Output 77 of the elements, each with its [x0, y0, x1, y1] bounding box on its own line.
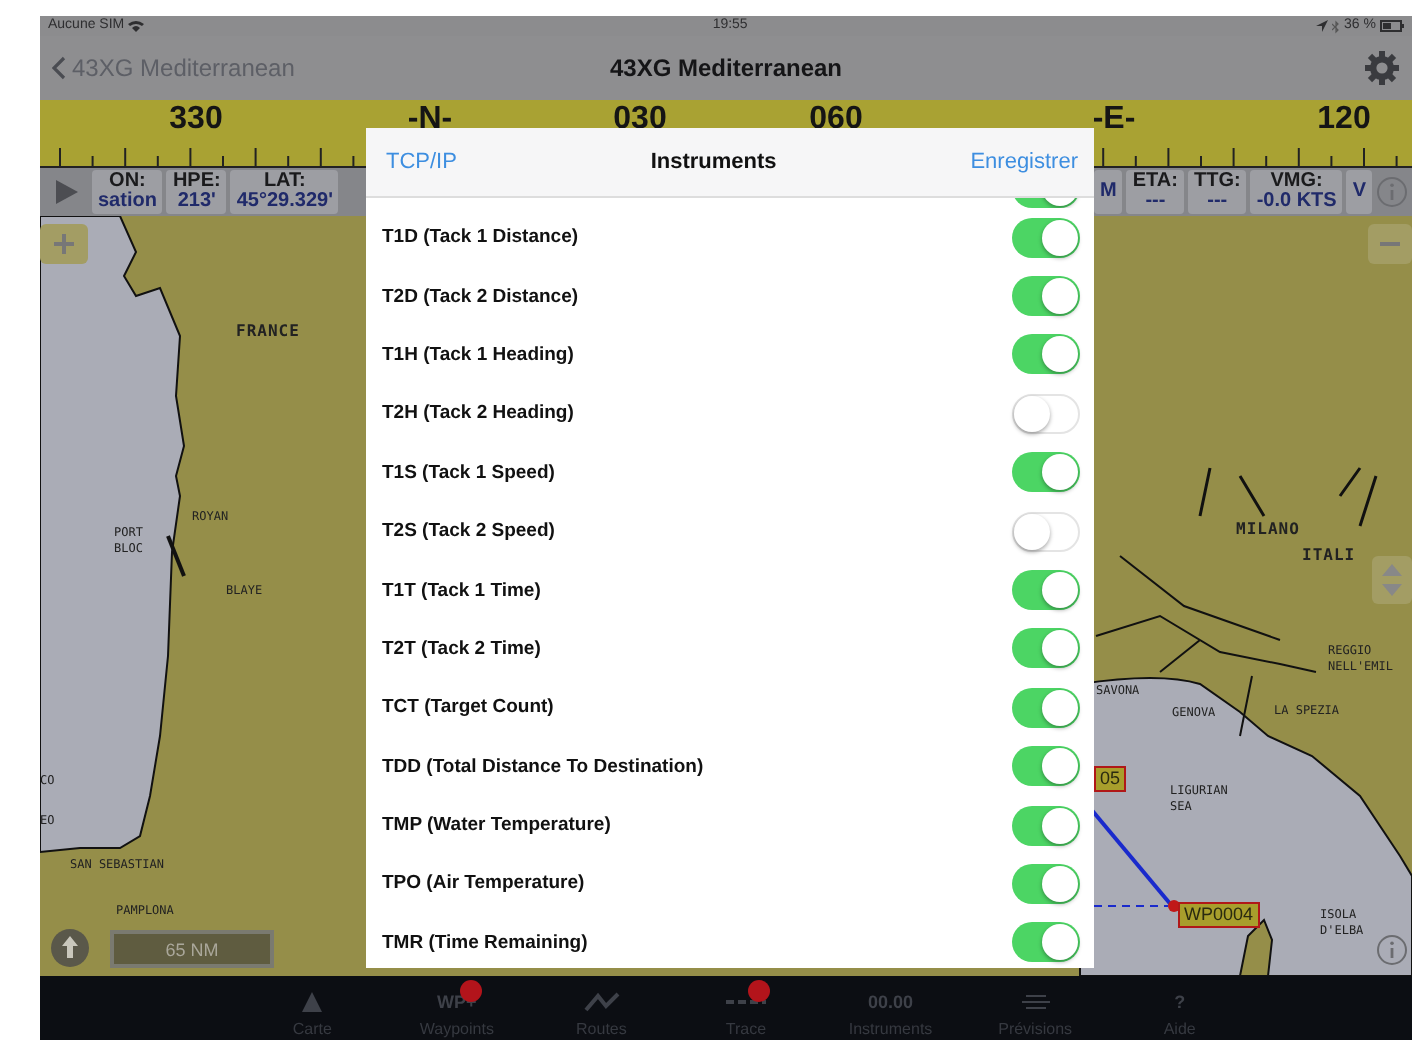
- instrument-option-label: TDD (Total Distance To Destination): [382, 755, 704, 778]
- toggle-switch[interactable]: [1012, 511, 1080, 552]
- waypoint-label[interactable]: 05: [1094, 766, 1127, 792]
- map-place-label: MILANO: [1236, 522, 1300, 538]
- wifi-icon: [128, 20, 145, 32]
- compass-heading-label: 060: [809, 102, 863, 138]
- info-icon[interactable]: [1376, 934, 1408, 966]
- toggle-switch[interactable]: [1012, 276, 1080, 317]
- instrument-value: ---: [1145, 192, 1166, 212]
- instrument-option-label: T2D (Tack 2 Distance): [382, 285, 579, 308]
- toggle-switch[interactable]: [1012, 628, 1080, 669]
- instrument-option-label: T1T (Tack 1 Time): [382, 579, 541, 602]
- bluetooth-icon: [1332, 19, 1341, 33]
- nav-title: 43XG Mediterranean: [609, 54, 843, 82]
- dashed-line-icon: [726, 998, 766, 1006]
- compass-heading-label: 030: [613, 102, 667, 138]
- zigzag-icon: [583, 992, 620, 1012]
- toggle-switch[interactable]: [1012, 217, 1080, 258]
- toggle-switch[interactable]: [1012, 805, 1080, 846]
- instrument-value: 213': [177, 192, 216, 212]
- compass-heading-label: -N-: [407, 102, 453, 138]
- zoom-in-button[interactable]: [40, 224, 88, 264]
- compass-heading-label: 120: [1317, 102, 1371, 138]
- instrument-option-label: TMR (Time Remaining): [382, 931, 588, 954]
- instrument-option-label: T1D (Tack 1 Distance): [382, 226, 579, 249]
- instrument-value: sation: [98, 192, 157, 212]
- forecast-icon: [1019, 994, 1052, 1010]
- instrument-label: VMG:: [1270, 172, 1323, 192]
- compass-heading-label: -E-: [1092, 102, 1136, 138]
- instrument-value: ---: [1207, 192, 1228, 212]
- instrument-label: TTG:: [1193, 172, 1241, 192]
- minus-icon: [1380, 240, 1400, 248]
- estuary-line: [166, 535, 186, 577]
- triangle-icon: [302, 992, 323, 1012]
- play-icon[interactable]: [52, 178, 80, 206]
- instrument-option-label: T2S (Tack 2 Speed): [382, 520, 555, 543]
- up-down-arrows-icon: [1382, 564, 1402, 596]
- tab-icon-text: ?: [1174, 992, 1186, 1012]
- toggle-switch[interactable]: [1012, 570, 1080, 611]
- instrument-option-label: T2H (Tack 2 Heading): [382, 402, 574, 425]
- instrument-value: M: [1100, 182, 1117, 202]
- settings-icon[interactable]: [1364, 50, 1400, 86]
- instrument-value: 45°29.329': [236, 192, 333, 212]
- scale-bar: 65 NM: [110, 930, 274, 968]
- toggle-switch[interactable]: [1012, 452, 1080, 493]
- map-place-label: ITALI: [1302, 548, 1356, 564]
- save-button[interactable]: Enregistrer: [970, 150, 1078, 174]
- instrument-value: V: [1352, 182, 1366, 202]
- instrument-label: ON:: [109, 172, 146, 192]
- dialog-title: Instruments: [650, 150, 777, 174]
- instrument-option-label: T1S (Tack 1 Speed): [382, 461, 555, 484]
- north-up-button[interactable]: [50, 928, 90, 968]
- instrument-option-label: T1H (Tack 1 Heading): [382, 343, 574, 366]
- toggle-switch[interactable]: [1012, 863, 1080, 904]
- plus-icon: [54, 234, 74, 254]
- instrument-label: LAT:: [263, 172, 306, 192]
- instrument-label: HPE:: [172, 172, 221, 192]
- tcp-ip-button[interactable]: TCP/IP: [386, 150, 457, 174]
- instrument-option-label: TCT (Target Count): [382, 696, 554, 719]
- instrument-option-label: TMP (Water Temperature): [382, 814, 611, 837]
- info-icon[interactable]: [1376, 176, 1408, 208]
- toggle-switch[interactable]: [1012, 393, 1080, 434]
- instrument-option-label: TPO (Air Temperature): [382, 872, 585, 895]
- toggle-switch[interactable]: [1012, 746, 1080, 787]
- waypoint-label[interactable]: WP0004: [1178, 902, 1260, 928]
- instrument-label: ETA:: [1132, 172, 1178, 192]
- map-place-label: FRANCE: [236, 324, 300, 340]
- instrument-option-label: T2T (Tack 2 Time): [382, 637, 541, 660]
- battery-icon: [1379, 20, 1404, 32]
- location-arrow-icon: [1316, 20, 1329, 32]
- chevron-left-icon: [52, 56, 66, 80]
- instrument-value: -0.0 KTS: [1256, 192, 1337, 212]
- toggle-switch[interactable]: [1012, 334, 1080, 375]
- toggle-switch[interactable]: [1012, 922, 1080, 963]
- zoom-out-button[interactable]: [1368, 224, 1412, 264]
- compass-heading-label: 330: [169, 102, 223, 138]
- toggle-switch[interactable]: [1012, 687, 1080, 728]
